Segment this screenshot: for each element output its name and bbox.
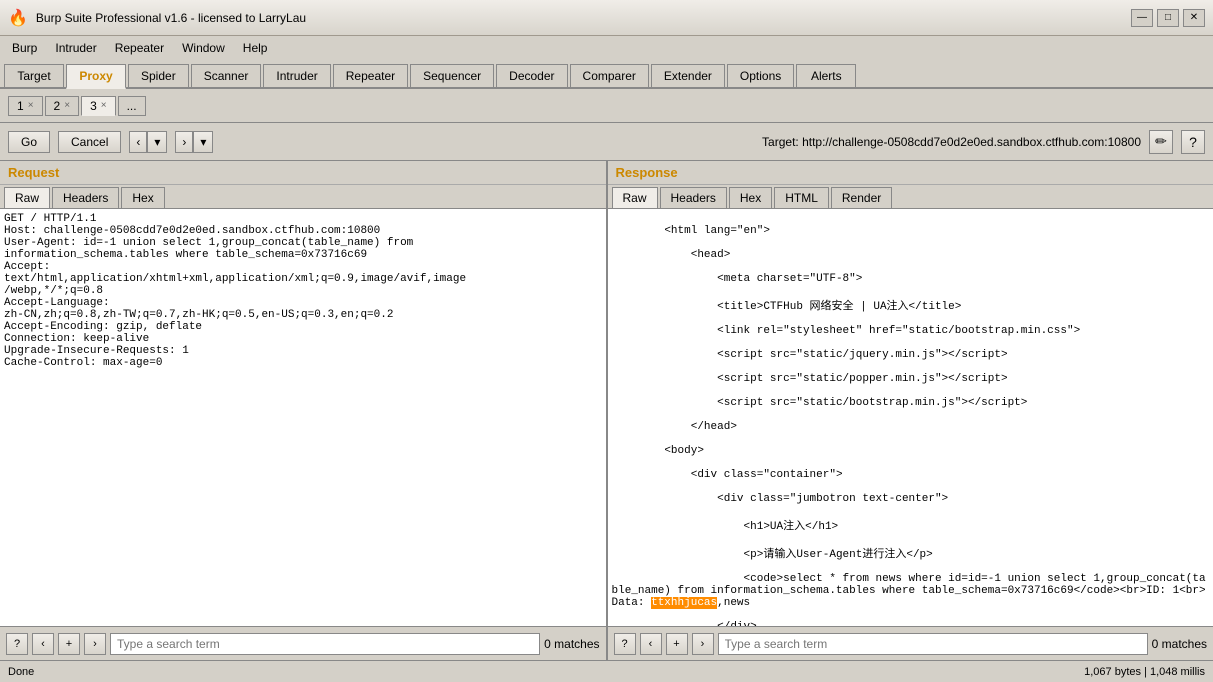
- menu-help[interactable]: Help: [235, 39, 276, 57]
- title-text: Burp Suite Professional v1.6 - licensed …: [36, 11, 306, 25]
- tab-repeater[interactable]: Repeater: [333, 64, 408, 87]
- request-tab-headers[interactable]: Headers: [52, 187, 119, 208]
- cancel-button[interactable]: Cancel: [58, 131, 121, 153]
- close-button[interactable]: ✕: [1183, 9, 1205, 27]
- request-matches-label: 0 matches: [544, 637, 599, 651]
- minimize-button[interactable]: —: [1131, 9, 1153, 27]
- back-button[interactable]: ‹: [129, 131, 147, 153]
- request-title: Request: [0, 161, 606, 185]
- tab-decoder[interactable]: Decoder: [496, 64, 567, 87]
- title-controls: — □ ✕: [1131, 9, 1205, 27]
- sub-tab-2-close[interactable]: ×: [64, 100, 70, 111]
- request-tab-raw[interactable]: Raw: [4, 187, 50, 208]
- tab-alerts[interactable]: Alerts: [796, 64, 856, 87]
- forward-dropdown-button[interactable]: ▾: [193, 131, 213, 153]
- maximize-button[interactable]: □: [1157, 9, 1179, 27]
- menu-intruder[interactable]: Intruder: [47, 39, 104, 57]
- response-search-prev[interactable]: ‹: [640, 633, 662, 655]
- app-icon: 🔥: [8, 8, 28, 28]
- tab-options[interactable]: Options: [727, 64, 794, 87]
- forward-button[interactable]: ›: [175, 131, 193, 153]
- sub-tab-1-close[interactable]: ×: [28, 100, 34, 111]
- status-left: Done: [8, 666, 34, 678]
- nav-forward-group: › ▾: [175, 131, 213, 153]
- go-button[interactable]: Go: [8, 131, 50, 153]
- response-search-options[interactable]: ›: [692, 633, 714, 655]
- sub-tab-more[interactable]: ...: [118, 96, 146, 116]
- request-tabs: Raw Headers Hex: [0, 185, 606, 209]
- tab-proxy[interactable]: Proxy: [66, 64, 126, 89]
- response-content: <html lang="en"> <head> <meta charset="U…: [608, 209, 1213, 626]
- response-tabs: Raw Headers Hex HTML Render: [608, 185, 1213, 209]
- nav-back-group: ‹ ▾: [129, 131, 167, 153]
- sub-tab-3-close[interactable]: ×: [101, 100, 107, 111]
- response-matches-label: 0 matches: [1152, 637, 1207, 651]
- response-search-help[interactable]: ?: [614, 633, 636, 655]
- toolbar: Go Cancel ‹ ▾ › ▾ Target: http://challen…: [0, 123, 1213, 161]
- request-search-options[interactable]: ›: [84, 633, 106, 655]
- response-tab-hex[interactable]: Hex: [729, 187, 772, 208]
- menu-burp[interactable]: Burp: [4, 39, 45, 57]
- target-label: Target: http://challenge-0508cdd7e0d2e0e…: [762, 135, 1141, 149]
- back-dropdown-button[interactable]: ▾: [147, 131, 167, 153]
- sub-tab-1[interactable]: 1 ×: [8, 96, 43, 116]
- panels-container: 1 × 2 × 3 × ... Go Cancel ‹ ▾ › ▾ Target…: [0, 89, 1213, 660]
- request-search-bar: ? ‹ + › 0 matches: [0, 626, 606, 660]
- response-title: Response: [608, 161, 1213, 185]
- sub-tab-2[interactable]: 2 ×: [45, 96, 80, 116]
- menu-window[interactable]: Window: [174, 39, 233, 57]
- request-search-next[interactable]: +: [58, 633, 80, 655]
- request-search-help[interactable]: ?: [6, 633, 28, 655]
- tab-target[interactable]: Target: [4, 64, 64, 87]
- tab-spider[interactable]: Spider: [128, 64, 189, 87]
- tab-scanner[interactable]: Scanner: [191, 64, 262, 87]
- title-bar: 🔥 Burp Suite Professional v1.6 - license…: [0, 0, 1213, 36]
- request-content[interactable]: [0, 209, 606, 626]
- menu-bar: Burp Intruder Repeater Window Help: [0, 36, 1213, 60]
- sub-tabs: 1 × 2 × 3 × ...: [0, 89, 1213, 123]
- response-tab-render[interactable]: Render: [831, 187, 892, 208]
- request-panel: Request Raw Headers Hex ? ‹ + › 0 matche…: [0, 161, 608, 660]
- status-bar: Done 1,067 bytes | 1,048 millis: [0, 660, 1213, 682]
- response-tab-html[interactable]: HTML: [774, 187, 829, 208]
- tab-intruder[interactable]: Intruder: [263, 64, 330, 87]
- response-search-input[interactable]: [718, 633, 1148, 655]
- title-bar-left: 🔥 Burp Suite Professional v1.6 - license…: [8, 8, 306, 28]
- response-search-bar: ? ‹ + › 0 matches: [608, 626, 1213, 660]
- help-button[interactable]: ?: [1181, 130, 1205, 154]
- request-search-prev[interactable]: ‹: [32, 633, 54, 655]
- tab-extender[interactable]: Extender: [651, 64, 725, 87]
- main-tabs: Target Proxy Spider Scanner Intruder Rep…: [0, 60, 1213, 89]
- request-tab-hex[interactable]: Hex: [121, 187, 164, 208]
- menu-repeater[interactable]: Repeater: [107, 39, 172, 57]
- tab-comparer[interactable]: Comparer: [570, 64, 649, 87]
- sub-tab-3[interactable]: 3 ×: [81, 96, 116, 116]
- edit-target-button[interactable]: ✏: [1149, 130, 1173, 154]
- response-panel: Response Raw Headers Hex HTML Render <ht…: [608, 161, 1213, 660]
- tab-sequencer[interactable]: Sequencer: [410, 64, 494, 87]
- content-area: Request Raw Headers Hex ? ‹ + › 0 matche…: [0, 161, 1213, 660]
- status-right: 1,067 bytes | 1,048 millis: [1084, 666, 1205, 678]
- response-search-next[interactable]: +: [666, 633, 688, 655]
- response-tab-raw[interactable]: Raw: [612, 187, 658, 208]
- request-search-input[interactable]: [110, 633, 540, 655]
- response-tab-headers[interactable]: Headers: [660, 187, 727, 208]
